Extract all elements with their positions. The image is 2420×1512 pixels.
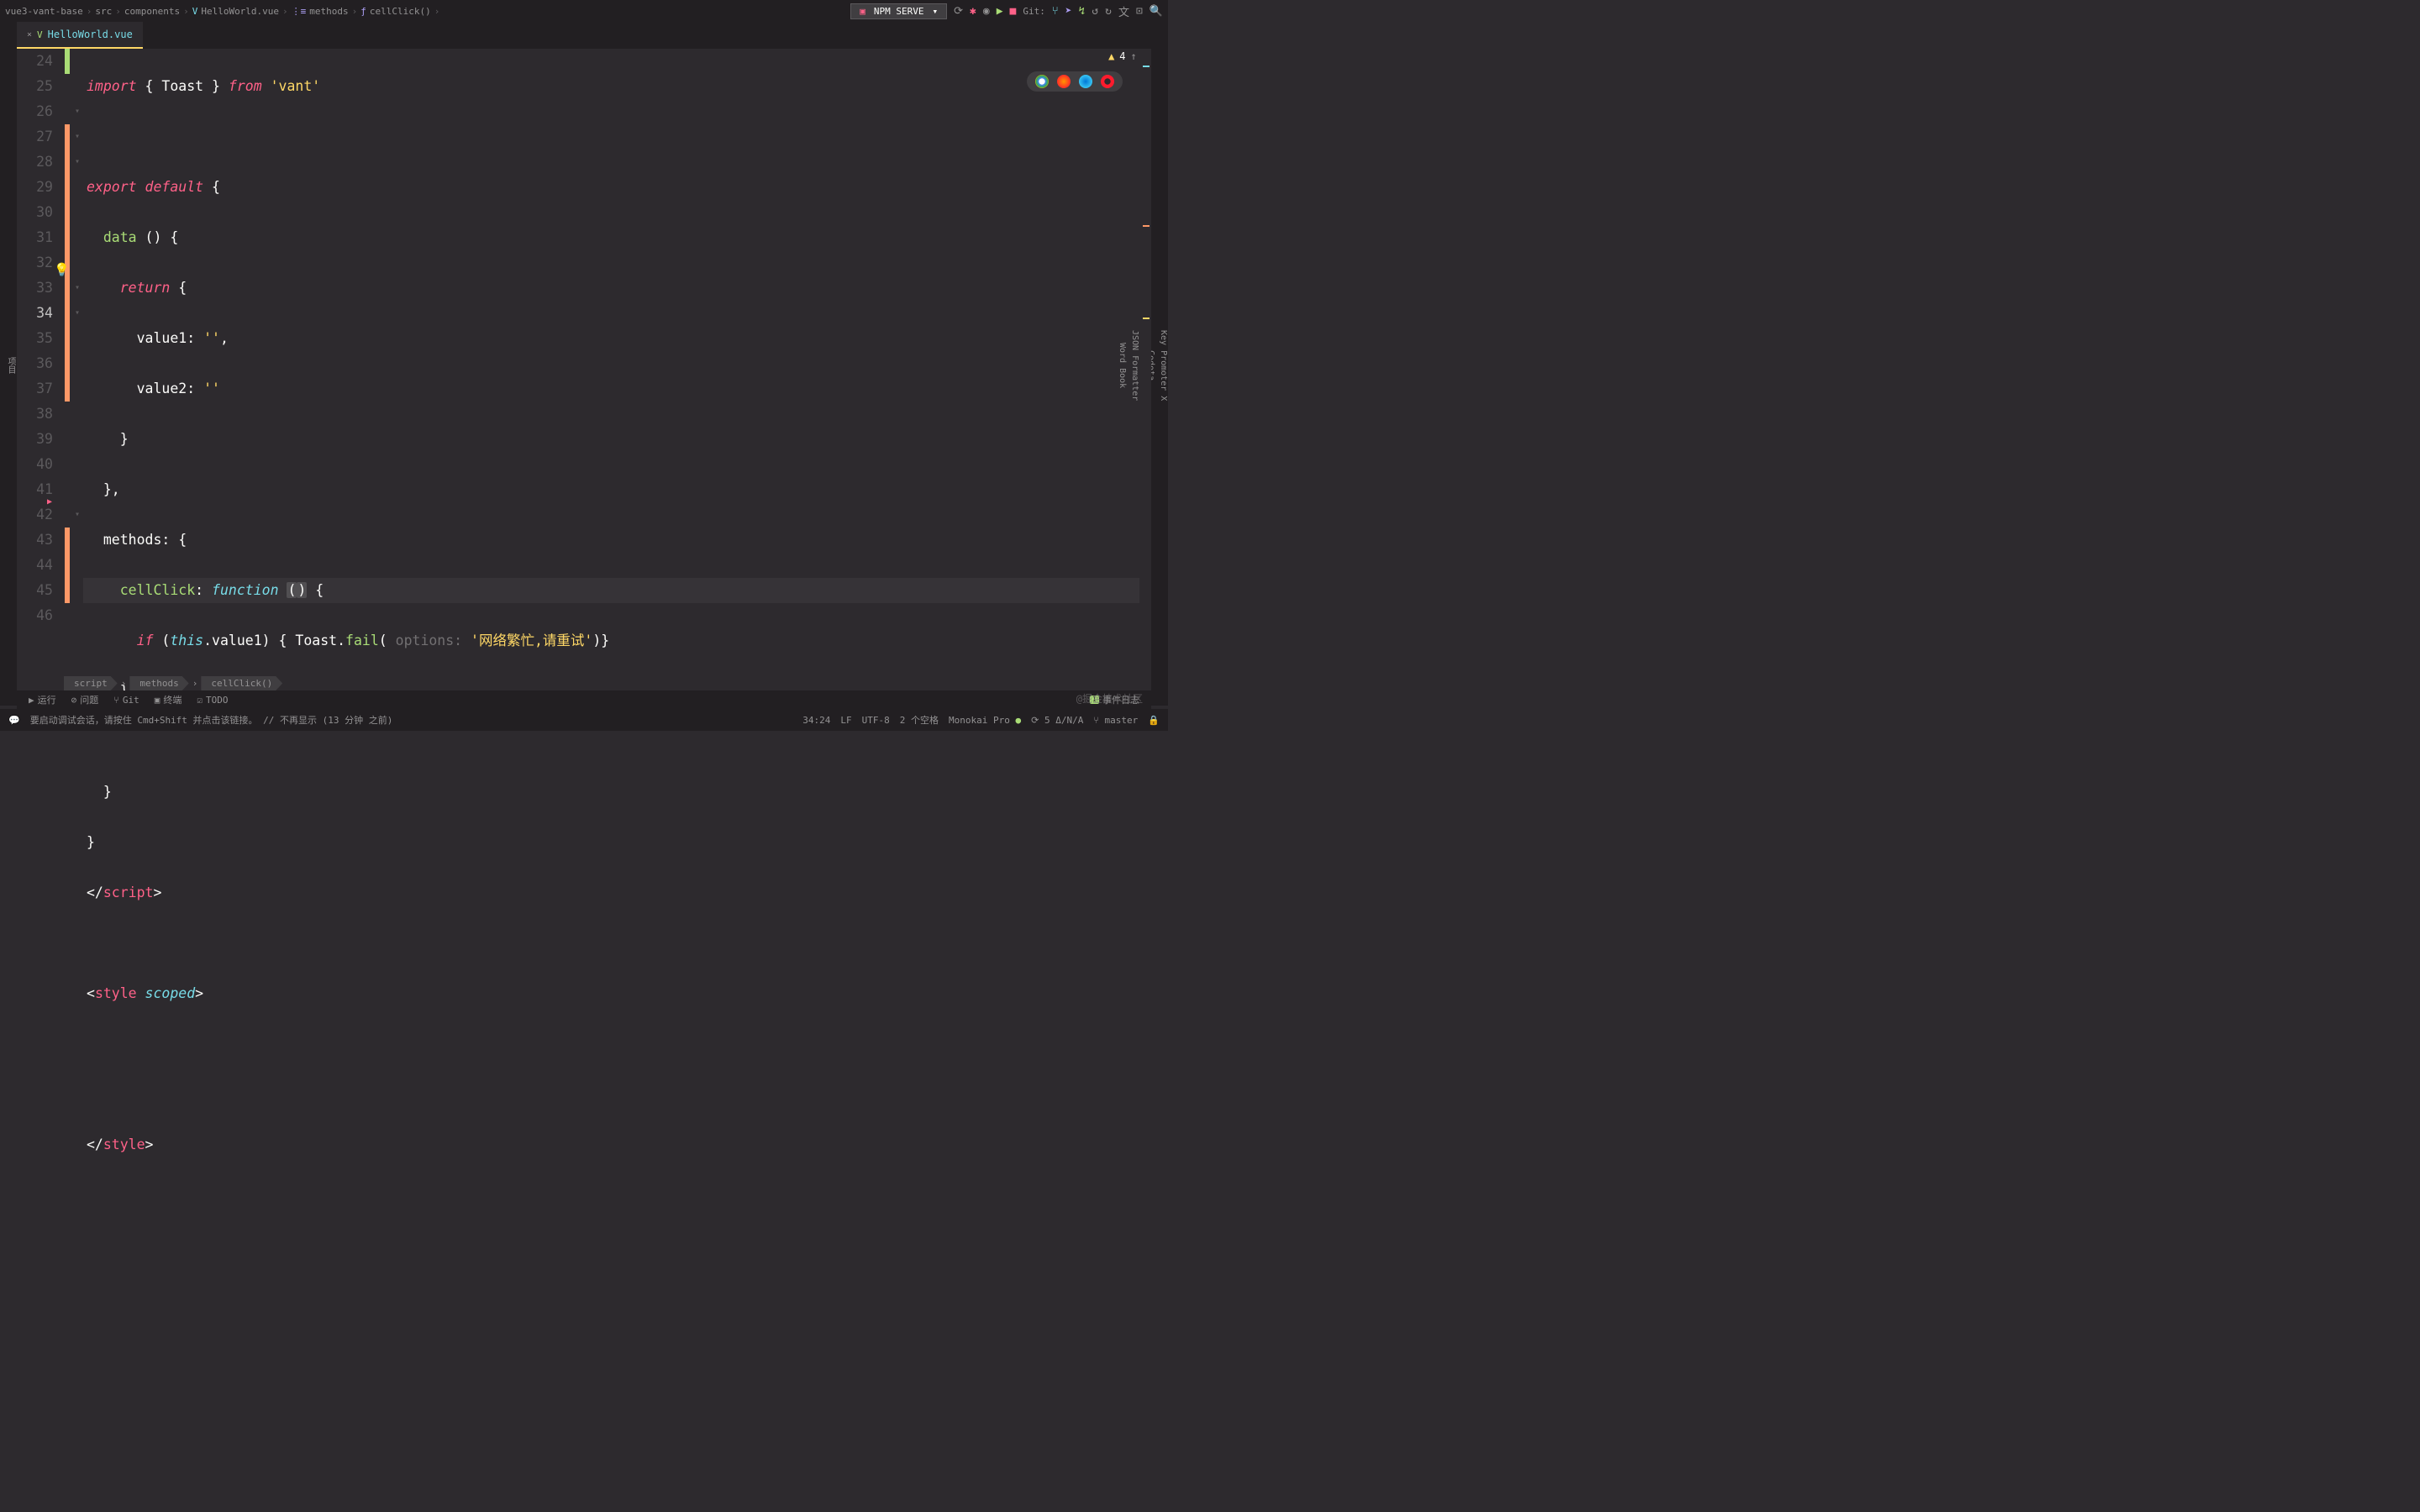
stash-indicator[interactable]: ⟳ 5 Δ/N/A bbox=[1031, 715, 1083, 726]
history-icon[interactable]: ↺ bbox=[1092, 5, 1098, 18]
play-icon[interactable]: ▶ bbox=[997, 5, 1003, 18]
line-number-gutter: 24 25 26 27 28 29 30 31 32 33 34 35 36 3… bbox=[17, 49, 63, 680]
theme-indicator[interactable]: Monokai Pro ● bbox=[949, 715, 1021, 726]
reload-icon[interactable]: ⟳ bbox=[954, 5, 963, 18]
left-toolwindow-bar: 项目 结构 收藏夹 npm bbox=[0, 22, 17, 706]
tips-icon[interactable]: 💬 bbox=[8, 715, 20, 726]
git-branch-icon[interactable]: ⑂ bbox=[1052, 5, 1059, 18]
line-ending[interactable]: LF bbox=[840, 715, 851, 726]
firefox-icon[interactable] bbox=[1057, 75, 1071, 88]
crumb-methods[interactable]: methods bbox=[129, 676, 188, 690]
structure-breadcrumb[interactable]: script › methods › cellClick() bbox=[64, 676, 282, 690]
crumb-cellclick[interactable]: cellClick() bbox=[201, 676, 282, 690]
crumb-file[interactable]: HelloWorld.vue bbox=[201, 6, 279, 17]
git-branch[interactable]: ⑂ master bbox=[1093, 715, 1138, 726]
crumb-components[interactable]: components bbox=[124, 6, 180, 17]
vue-file-icon: V bbox=[37, 29, 43, 40]
close-icon[interactable]: × bbox=[27, 30, 32, 39]
search-icon[interactable]: 🔍 bbox=[1150, 5, 1163, 18]
bug-icon[interactable]: ✱ bbox=[970, 5, 976, 18]
chevron-right-icon: › bbox=[352, 6, 358, 17]
prev-highlight-icon[interactable]: ↑ bbox=[1131, 50, 1137, 62]
warning-count: 4 bbox=[1119, 50, 1125, 62]
todo-toolwindow-tab[interactable]: ☑ TODO bbox=[197, 695, 228, 706]
encoding[interactable]: UTF-8 bbox=[862, 715, 890, 726]
problems-toolwindow-tab[interactable]: ⊘ 问题 bbox=[71, 693, 99, 706]
chrome-icon[interactable] bbox=[1035, 75, 1049, 88]
right-toolwindow-bar: Key Promoter X Codota JSON Formatter Wor… bbox=[1151, 22, 1168, 706]
chevron-down-icon: ▾ bbox=[933, 6, 939, 17]
error-stripe[interactable] bbox=[1139, 49, 1151, 680]
editor-tab-helloworld[interactable]: × V HelloWorld.vue bbox=[17, 22, 143, 49]
chevron-right-icon: › bbox=[282, 6, 288, 17]
chevron-right-icon: › bbox=[115, 6, 121, 17]
npm-icon: ▣ bbox=[860, 6, 865, 17]
chevron-right-icon: › bbox=[121, 678, 127, 689]
coverage-icon[interactable]: ◉ bbox=[983, 5, 990, 18]
run-config-selector[interactable]: ▣ NPM SERVE ▾ bbox=[850, 3, 947, 19]
warning-icon: ▲ bbox=[1108, 50, 1114, 62]
terminal-toolwindow-tab[interactable]: ▣ 终端 bbox=[155, 693, 182, 706]
key-promoter-tab[interactable]: Key Promoter X bbox=[1159, 327, 1168, 404]
git-toolwindow-tab[interactable]: ⑂ Git bbox=[113, 695, 139, 706]
indentation[interactable]: 2 个空格 bbox=[900, 713, 939, 727]
browser-preview-bar bbox=[1027, 71, 1123, 92]
crumb-src[interactable]: src bbox=[95, 6, 112, 17]
tab-label: HelloWorld.vue bbox=[48, 29, 133, 40]
vue-file-icon: V bbox=[192, 6, 198, 17]
function-icon: ƒ bbox=[360, 6, 366, 17]
edge-icon[interactable] bbox=[1079, 75, 1092, 88]
crumb-methods[interactable]: methods bbox=[309, 6, 348, 17]
chevron-right-icon: › bbox=[183, 6, 189, 17]
rollback-icon[interactable]: ↻ bbox=[1105, 5, 1112, 18]
caret-position[interactable]: 34:24 bbox=[802, 715, 830, 726]
status-bar: 💬 要启动调试会话，请按住 Cmd+Shift 并点击该链接。 // 不再显示 … bbox=[0, 709, 1168, 731]
watermark: @掘金技术社区 bbox=[1076, 691, 1143, 706]
crumb-project[interactable]: vue3-vant-base bbox=[5, 6, 83, 17]
error-triangle-icon[interactable]: ▶ bbox=[47, 497, 52, 507]
git-pull-icon[interactable]: ↯ bbox=[1078, 5, 1085, 18]
chevron-right-icon: › bbox=[192, 678, 198, 689]
crumb-cellclick[interactable]: cellClick() bbox=[370, 6, 431, 17]
change-markers bbox=[63, 49, 71, 680]
editor-tabs: × V HelloWorld.vue bbox=[17, 22, 1151, 49]
status-message: 要启动调试会话，请按住 Cmd+Shift 并点击该链接。 // 不再显示 (1… bbox=[30, 713, 393, 727]
translate-icon[interactable]: 文 bbox=[1118, 3, 1129, 19]
crumb-script[interactable]: script bbox=[64, 676, 118, 690]
code-area[interactable]: import { Toast } from 'vant' export defa… bbox=[83, 49, 1151, 680]
method-icon: ⋮≡ bbox=[292, 6, 307, 17]
git-push-icon[interactable]: ➤ bbox=[1065, 5, 1072, 18]
locate-icon[interactable]: ⊡ bbox=[1136, 5, 1143, 18]
fold-gutter: ▾▾▾▾▾▾ bbox=[71, 49, 83, 680]
project-toolwindow-tab[interactable]: 项目 bbox=[4, 354, 17, 377]
git-label: Git: bbox=[1023, 6, 1045, 17]
intention-bulb-icon[interactable]: 💡 bbox=[54, 262, 70, 277]
lock-icon[interactable]: 🔒 bbox=[1148, 715, 1160, 726]
chevron-right-icon: › bbox=[87, 6, 92, 17]
breadcrumb[interactable]: vue3-vant-base › src › components › V He… bbox=[5, 6, 439, 17]
navigation-bar: vue3-vant-base › src › components › V He… bbox=[0, 0, 1168, 22]
run-toolwindow-tab[interactable]: ▶ 运行 bbox=[29, 693, 56, 706]
run-config-label: NPM SERVE bbox=[874, 6, 924, 17]
opera-icon[interactable] bbox=[1101, 75, 1114, 88]
toolbar-right: ▣ NPM SERVE ▾ ⟳ ✱ ◉ ▶ ■ Git: ⑂ ➤ ↯ ↺ ↻ 文… bbox=[850, 3, 1163, 19]
bottom-toolwindow-bar: ▶ 运行 ⊘ 问题 ⑂ Git ▣ 终端 ☑ TODO 1 事件日志 bbox=[17, 690, 1151, 709]
stop-icon[interactable]: ■ bbox=[1010, 5, 1017, 18]
chevron-right-icon: › bbox=[434, 6, 440, 17]
code-editor[interactable]: 24 25 26 27 28 29 30 31 32 33 34 35 36 3… bbox=[17, 49, 1151, 680]
